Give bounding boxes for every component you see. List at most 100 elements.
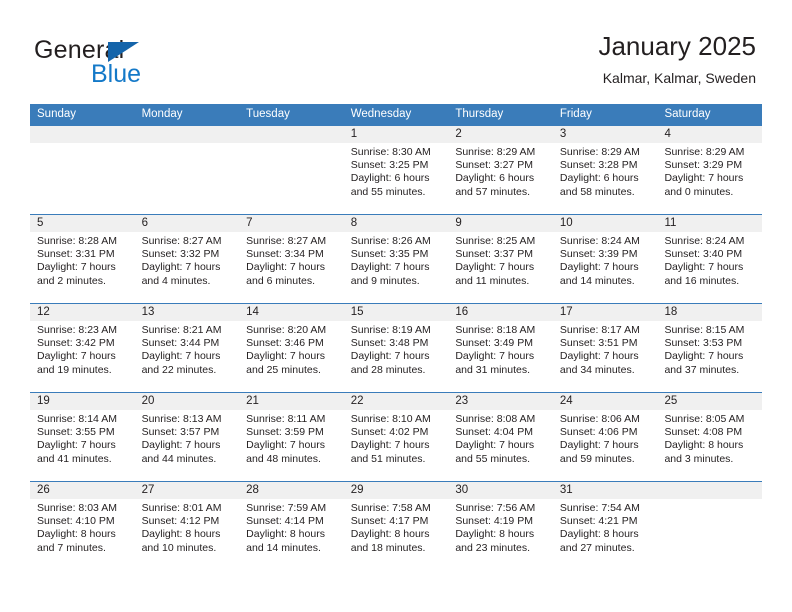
day-details: Sunrise: 7:54 AM Sunset: 4:21 PM Dayligh… [553, 499, 658, 555]
day-cell[interactable]: 23 Sunrise: 8:08 AM Sunset: 4:04 PM Dayl… [448, 393, 553, 481]
day-cell[interactable]: 7 Sunrise: 8:27 AM Sunset: 3:34 PM Dayli… [239, 215, 344, 303]
daylight-text-line1: Daylight: 7 hours [559, 261, 639, 274]
sunset-text: Sunset: 3:40 PM [664, 248, 743, 261]
daylight-text-line2: and 44 minutes. [141, 452, 217, 465]
day-details: Sunrise: 8:28 AM Sunset: 3:31 PM Dayligh… [30, 232, 135, 288]
day-cell[interactable]: 8 Sunrise: 8:26 AM Sunset: 3:35 PM Dayli… [343, 215, 449, 303]
daylight-text-line1: Daylight: 7 hours [455, 439, 535, 452]
day-number: 30 [448, 482, 553, 499]
day-details: Sunrise: 8:26 AM Sunset: 3:35 PM Dayligh… [344, 232, 449, 288]
day-cell[interactable] [134, 126, 240, 214]
daylight-text-line2: and 14 minutes. [246, 541, 321, 554]
day-cell[interactable]: 17 Sunrise: 8:17 AM Sunset: 3:51 PM Dayl… [552, 304, 658, 392]
day-cell[interactable] [30, 126, 135, 214]
day-number: 23 [448, 393, 553, 410]
sunrise-text: Sunrise: 7:59 AM [246, 502, 327, 514]
sunrise-text: Sunrise: 8:06 AM [559, 413, 640, 425]
day-cell[interactable]: 3 Sunrise: 8:29 AM Sunset: 3:28 PM Dayli… [552, 126, 658, 214]
title-block: January 2025 Kalmar, Kalmar, Sweden [598, 30, 756, 88]
day-cell[interactable]: 22 Sunrise: 8:10 AM Sunset: 4:02 PM Dayl… [343, 393, 449, 481]
sunrise-text: Sunrise: 7:58 AM [350, 502, 431, 514]
day-cell[interactable]: 6 Sunrise: 8:27 AM Sunset: 3:32 PM Dayli… [134, 215, 240, 303]
day-cell[interactable]: 26 Sunrise: 8:03 AM Sunset: 4:10 PM Dayl… [30, 482, 135, 570]
daylight-text-line2: and 2 minutes. [37, 274, 106, 287]
day-details: Sunrise: 8:20 AM Sunset: 3:46 PM Dayligh… [239, 321, 344, 377]
day-cell[interactable]: 20 Sunrise: 8:13 AM Sunset: 3:57 PM Dayl… [134, 393, 240, 481]
sunset-text: Sunset: 4:02 PM [350, 426, 429, 439]
sunrise-text: Sunrise: 8:15 AM [664, 324, 745, 336]
daylight-text-line2: and 23 minutes. [455, 541, 531, 554]
day-details: Sunrise: 8:25 AM Sunset: 3:37 PM Dayligh… [448, 232, 553, 288]
day-cell[interactable]: 18 Sunrise: 8:15 AM Sunset: 3:53 PM Dayl… [657, 304, 763, 392]
daylight-text-line2: and 59 minutes. [559, 452, 635, 465]
sunset-text: Sunset: 3:57 PM [141, 426, 220, 439]
daylight-text-line1: Daylight: 7 hours [664, 350, 744, 363]
day-number: 18 [657, 304, 763, 321]
sunrise-text: Sunrise: 8:18 AM [455, 324, 536, 336]
daylight-text-line1: Daylight: 7 hours [455, 350, 535, 363]
day-cell[interactable]: 29 Sunrise: 7:58 AM Sunset: 4:17 PM Dayl… [343, 482, 449, 570]
day-cell[interactable]: 11 Sunrise: 8:24 AM Sunset: 3:40 PM Dayl… [657, 215, 763, 303]
daylight-text-line1: Daylight: 7 hours [246, 350, 325, 363]
day-cell[interactable] [239, 126, 344, 214]
day-cell[interactable]: 1 Sunrise: 8:30 AM Sunset: 3:25 PM Dayli… [343, 126, 449, 214]
sunset-text: Sunset: 3:48 PM [350, 337, 429, 350]
day-number: 10 [552, 215, 658, 232]
sunrise-text: Sunrise: 8:27 AM [141, 235, 222, 247]
daylight-text-line1: Daylight: 8 hours [246, 528, 325, 541]
daylight-text-line2: and 55 minutes. [455, 452, 531, 465]
day-cell[interactable]: 15 Sunrise: 8:19 AM Sunset: 3:48 PM Dayl… [343, 304, 449, 392]
day-cell[interactable] [657, 482, 763, 570]
day-cell[interactable]: 10 Sunrise: 8:24 AM Sunset: 3:39 PM Dayl… [552, 215, 658, 303]
daylight-text-line1: Daylight: 7 hours [664, 172, 744, 185]
daylight-text-line1: Daylight: 7 hours [350, 350, 430, 363]
sunrise-text: Sunrise: 8:03 AM [37, 502, 117, 514]
day-number [30, 126, 135, 143]
sunrise-text: Sunrise: 8:30 AM [350, 146, 431, 158]
weekday-tuesday: Tuesday [246, 108, 290, 120]
weekday-header-row: Sunday Monday Tuesday Wednesday Thursday… [30, 104, 762, 125]
daylight-text-line1: Daylight: 7 hours [37, 350, 116, 363]
day-cell[interactable]: 5 Sunrise: 8:28 AM Sunset: 3:31 PM Dayli… [30, 215, 135, 303]
day-cell[interactable]: 4 Sunrise: 8:29 AM Sunset: 3:29 PM Dayli… [657, 126, 763, 214]
day-cell[interactable]: 31 Sunrise: 7:54 AM Sunset: 4:21 PM Dayl… [552, 482, 658, 570]
day-cell[interactable]: 19 Sunrise: 8:14 AM Sunset: 3:55 PM Dayl… [30, 393, 135, 481]
day-cell[interactable]: 27 Sunrise: 8:01 AM Sunset: 4:12 PM Dayl… [134, 482, 240, 570]
day-number: 13 [134, 304, 240, 321]
daylight-text-line1: Daylight: 8 hours [664, 439, 744, 452]
day-details: Sunrise: 8:24 AM Sunset: 3:40 PM Dayligh… [657, 232, 762, 288]
day-number [134, 126, 240, 143]
day-cell[interactable]: 12 Sunrise: 8:23 AM Sunset: 3:42 PM Dayl… [30, 304, 135, 392]
day-cell[interactable]: 25 Sunrise: 8:05 AM Sunset: 4:08 PM Dayl… [657, 393, 763, 481]
sunrise-text: Sunrise: 8:24 AM [664, 235, 745, 247]
day-cell[interactable]: 9 Sunrise: 8:25 AM Sunset: 3:37 PM Dayli… [448, 215, 553, 303]
sunset-text: Sunset: 4:12 PM [141, 515, 220, 528]
day-number: 11 [657, 215, 763, 232]
daylight-text-line2: and 10 minutes. [141, 541, 217, 554]
day-cell[interactable]: 24 Sunrise: 8:06 AM Sunset: 4:06 PM Dayl… [552, 393, 658, 481]
day-cell[interactable]: 13 Sunrise: 8:21 AM Sunset: 3:44 PM Dayl… [134, 304, 240, 392]
sunset-text: Sunset: 3:55 PM [37, 426, 115, 439]
sunset-text: Sunset: 4:10 PM [37, 515, 115, 528]
day-details: Sunrise: 8:29 AM Sunset: 3:29 PM Dayligh… [657, 143, 762, 199]
day-cell[interactable]: 30 Sunrise: 7:56 AM Sunset: 4:19 PM Dayl… [448, 482, 553, 570]
day-number: 15 [343, 304, 449, 321]
day-cell[interactable]: 21 Sunrise: 8:11 AM Sunset: 3:59 PM Dayl… [239, 393, 344, 481]
daylight-text-line1: Daylight: 7 hours [37, 439, 116, 452]
sunset-text: Sunset: 3:32 PM [141, 248, 220, 261]
day-cell[interactable]: 16 Sunrise: 8:18 AM Sunset: 3:49 PM Dayl… [448, 304, 553, 392]
daylight-text-line2: and 11 minutes. [455, 274, 530, 287]
daylight-text-line1: Daylight: 7 hours [141, 439, 221, 452]
daylight-text-line2: and 41 minutes. [37, 452, 112, 465]
daylight-text-line2: and 16 minutes. [664, 274, 740, 287]
sunset-text: Sunset: 3:44 PM [141, 337, 220, 350]
daylight-text-line2: and 18 minutes. [350, 541, 426, 554]
sunrise-text: Sunrise: 8:11 AM [246, 413, 326, 425]
day-details: Sunrise: 8:01 AM Sunset: 4:12 PM Dayligh… [135, 499, 240, 555]
sunset-text: Sunset: 3:42 PM [37, 337, 115, 350]
day-cell[interactable]: 14 Sunrise: 8:20 AM Sunset: 3:46 PM Dayl… [239, 304, 344, 392]
sunrise-text: Sunrise: 8:24 AM [559, 235, 640, 247]
day-number: 2 [448, 126, 553, 143]
day-cell[interactable]: 28 Sunrise: 7:59 AM Sunset: 4:14 PM Dayl… [239, 482, 344, 570]
day-cell[interactable]: 2 Sunrise: 8:29 AM Sunset: 3:27 PM Dayli… [448, 126, 553, 214]
